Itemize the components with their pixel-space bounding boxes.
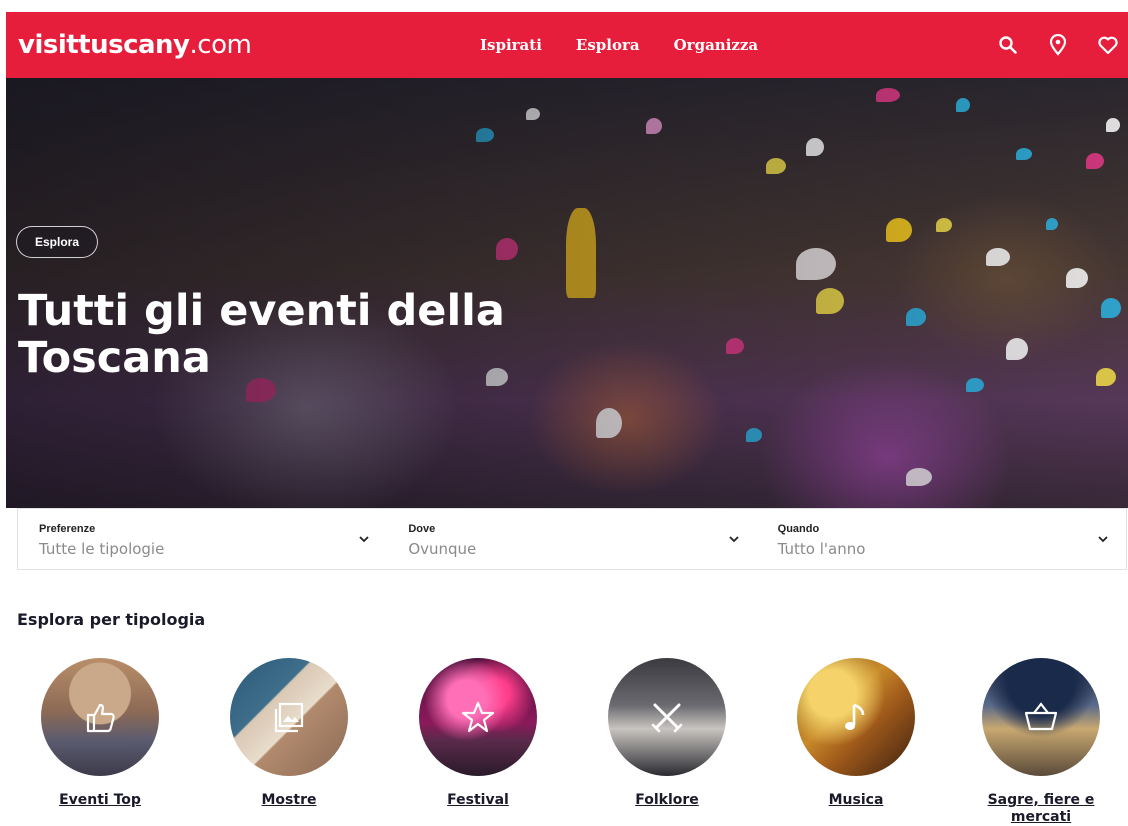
events-filter-bar: Preferenze Tutte le tipologie Dove Ovunq… bbox=[17, 508, 1127, 570]
category-label: Musica bbox=[828, 792, 884, 808]
category-image bbox=[230, 658, 348, 776]
category-image bbox=[982, 658, 1100, 776]
filter-value: Ovunque bbox=[408, 540, 477, 558]
category-image bbox=[419, 658, 537, 776]
chevron-down-icon bbox=[1098, 536, 1108, 543]
category-image bbox=[608, 658, 726, 776]
category-festival[interactable]: Festival bbox=[403, 658, 553, 809]
category-label: Mostre bbox=[261, 792, 317, 808]
category-label: Folklore bbox=[635, 792, 699, 808]
filter-preferenze[interactable]: Preferenze Tutte le tipologie bbox=[18, 509, 387, 569]
nav-ispirati[interactable]: Ispirati bbox=[480, 36, 542, 54]
category-image bbox=[41, 658, 159, 776]
filter-value: Tutto l'anno bbox=[777, 540, 866, 558]
site-header: visittuscany.com Ispirati Esplora Organi… bbox=[6, 12, 1128, 78]
breadcrumb-tag-esplora[interactable]: Esplora bbox=[16, 226, 99, 258]
category-label: Sagre, fiere e mercati bbox=[987, 792, 1095, 825]
category-folklore[interactable]: Folklore bbox=[592, 658, 742, 809]
filter-dove[interactable]: Dove Ovunque bbox=[387, 509, 756, 569]
chevron-down-icon bbox=[729, 536, 739, 543]
site-logo[interactable]: visittuscany.com bbox=[18, 32, 252, 58]
chevron-down-icon bbox=[359, 536, 369, 543]
filter-label: Preferenze bbox=[39, 523, 96, 535]
location-pin-icon[interactable] bbox=[1046, 33, 1070, 57]
category-label: Eventi Top bbox=[59, 792, 141, 808]
nav-organizza[interactable]: Organizza bbox=[674, 36, 759, 54]
filter-label: Quando bbox=[777, 523, 820, 535]
music-note-icon bbox=[845, 703, 865, 730]
heart-icon[interactable] bbox=[1096, 33, 1120, 57]
category-mostre[interactable]: Mostre bbox=[214, 658, 364, 809]
section-title: Esplora per tipologia bbox=[17, 610, 206, 629]
filter-quando[interactable]: Quando Tutto l'anno bbox=[757, 509, 1126, 569]
page-title: Tutti gli eventi della Toscana bbox=[18, 286, 505, 383]
category-label: Festival bbox=[447, 792, 509, 808]
hero-banner: Esplora Tutti gli eventi della Toscana bbox=[6, 78, 1128, 508]
star-icon bbox=[461, 701, 495, 733]
gallery-icon bbox=[274, 702, 304, 733]
category-image bbox=[797, 658, 915, 776]
search-icon[interactable] bbox=[996, 33, 1020, 57]
filter-label: Dove bbox=[408, 523, 436, 535]
header-actions bbox=[996, 12, 1120, 78]
filter-value: Tutte le tipologie bbox=[39, 540, 165, 558]
category-sagre-fiere-mercati[interactable]: Sagre, fiere e mercati bbox=[966, 658, 1116, 826]
category-musica[interactable]: Musica bbox=[781, 658, 931, 809]
crossed-swords-icon bbox=[651, 703, 683, 733]
main-nav: Ispirati Esplora Organizza bbox=[480, 12, 758, 78]
thumbs-up-icon bbox=[86, 703, 115, 733]
category-eventi-top[interactable]: Eventi Top bbox=[25, 658, 175, 809]
category-list: Eventi Top Mostre Festival Folklore Musi… bbox=[0, 658, 1128, 826]
basket-icon bbox=[1024, 702, 1058, 731]
nav-esplora[interactable]: Esplora bbox=[576, 36, 640, 54]
